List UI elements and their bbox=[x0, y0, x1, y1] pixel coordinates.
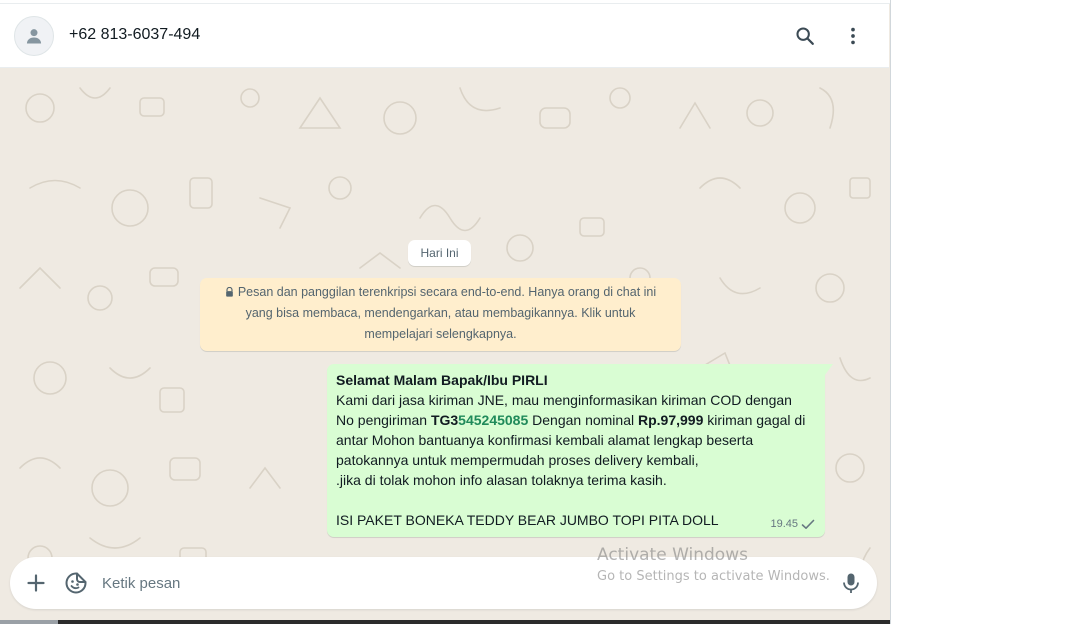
attach-button[interactable] bbox=[21, 568, 51, 598]
message-input[interactable] bbox=[102, 567, 802, 599]
message-line: patokannya untuk mempermudah proses deli… bbox=[336, 452, 699, 468]
outgoing-message-bubble[interactable]: Selamat Malam Bapak/Ibu PIRLI Kami dari … bbox=[327, 364, 825, 537]
message-line: antar Mohon bantuanya konfirmasi kembali… bbox=[336, 432, 754, 448]
date-chip: Hari Ini bbox=[408, 240, 471, 266]
menu-button[interactable] bbox=[838, 21, 868, 51]
cod-amount: Rp.97,999 bbox=[638, 412, 704, 428]
encryption-notice[interactable]: Pesan dan panggilan terenkripsi secara e… bbox=[200, 278, 681, 351]
microphone-icon bbox=[843, 573, 859, 593]
sticker-button[interactable] bbox=[61, 568, 91, 598]
chat-window: +62 813-6037-494 Hari Ini Pesan dan pang… bbox=[0, 0, 891, 624]
message-text: No pengiriman bbox=[336, 412, 431, 428]
contact-avatar[interactable] bbox=[14, 16, 54, 56]
message-line: ISI PAKET BONEKA TEDDY BEAR JUMBO TOPI P… bbox=[336, 512, 719, 528]
message-time: 19.45 bbox=[770, 518, 798, 530]
single-check-icon bbox=[801, 519, 815, 529]
message-text: kiriman gagal di bbox=[703, 412, 806, 428]
contact-name[interactable]: +62 813-6037-494 bbox=[69, 26, 200, 44]
taskbar-segment bbox=[0, 620, 58, 624]
default-user-icon bbox=[26, 29, 42, 44]
plus-icon bbox=[27, 574, 45, 592]
message-line: .jika di tolak mohon info alasan tolakny… bbox=[336, 472, 667, 488]
lock-icon bbox=[225, 287, 233, 297]
encryption-line-3: mempelajari selengkapnya. bbox=[364, 327, 517, 341]
message-line-tracking: No pengiriman TG3545245085 Dengan nomina… bbox=[336, 410, 817, 430]
tracking-number-link[interactable]: 545245085 bbox=[458, 412, 528, 428]
more-vertical-icon bbox=[851, 27, 855, 45]
message-meta: 19.45 bbox=[770, 514, 815, 534]
encryption-notice-line: Pesan dan panggilan terenkripsi secara e… bbox=[214, 282, 667, 303]
sticker-icon bbox=[65, 572, 87, 594]
message-text: Dengan nominal bbox=[528, 412, 638, 428]
encryption-line-1: Pesan dan panggilan terenkripsi secara e… bbox=[237, 285, 657, 299]
message-line: Kami dari jasa kiriman JNE, mau menginfo… bbox=[336, 392, 792, 408]
message-greeting: Selamat Malam Bapak/Ibu PIRLI bbox=[336, 372, 548, 388]
chat-header[interactable]: +62 813-6037-494 bbox=[0, 4, 889, 68]
encryption-line-2: yang bisa membaca, mendengarkan, atau me… bbox=[245, 306, 636, 320]
bubble-tail bbox=[825, 364, 833, 375]
tracking-prefix: TG3 bbox=[430, 412, 459, 428]
search-icon bbox=[796, 27, 814, 45]
search-button[interactable] bbox=[790, 21, 820, 51]
taskbar-edge bbox=[0, 620, 890, 624]
message-spacer bbox=[336, 490, 817, 510]
chat-background: Hari Ini Pesan dan panggilan terenkripsi… bbox=[0, 68, 889, 624]
message-composer bbox=[10, 557, 877, 609]
voice-message-button[interactable] bbox=[836, 568, 866, 598]
